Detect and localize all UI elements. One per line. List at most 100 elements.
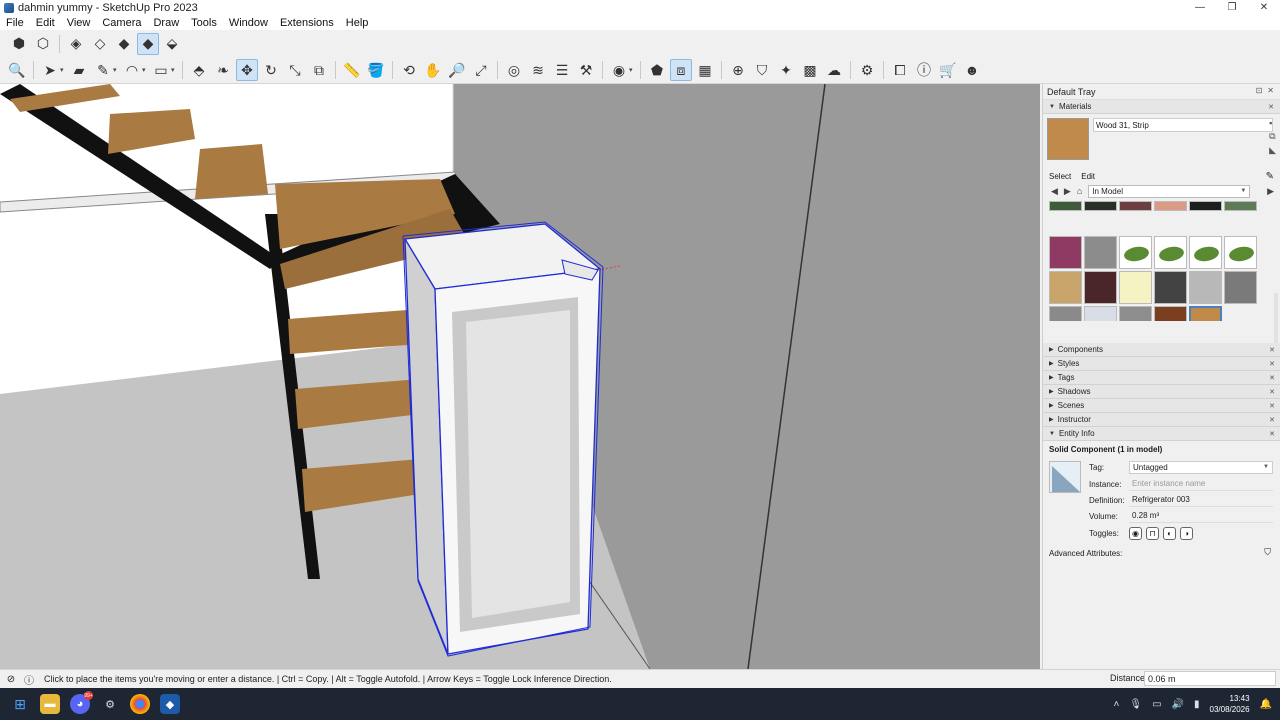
styles-panel-header[interactable]: ▶ Styles ✕ [1043, 357, 1280, 371]
shadows-panel-header[interactable]: ▶ Shadows ✕ [1043, 385, 1280, 399]
create-material-icon[interactable]: ⧉ [1269, 131, 1276, 142]
material-swatch[interactable] [1189, 236, 1222, 269]
close-icon[interactable]: ✕ [1269, 346, 1275, 354]
rotate-tool-icon[interactable]: ↻ [260, 59, 282, 81]
menu-view[interactable]: View [61, 17, 97, 29]
chrome-icon[interactable] [130, 694, 150, 714]
locked-toggle-lock-icon[interactable]: ⊓ [1146, 526, 1159, 540]
cast-shadows-icon[interactable]: ◑ [1180, 526, 1193, 540]
section-plane-icon[interactable]: ⧠ [889, 59, 911, 81]
close-icon[interactable]: ✕ [1269, 402, 1275, 410]
material-name-field[interactable]: Wood 31, Strip [1093, 118, 1273, 132]
chevron-down-icon[interactable]: ▾ [60, 66, 66, 74]
close-icon[interactable]: ✕ [1269, 416, 1275, 424]
back-arrow-icon[interactable]: ◀ [1051, 186, 1058, 197]
arc-tool-icon[interactable]: ◠ [121, 59, 143, 81]
wireframe-style-icon[interactable]: ◇ [89, 33, 111, 55]
geo-location-icon[interactable]: ⊘ [4, 672, 18, 686]
tape-measure-icon[interactable]: 📏 [341, 59, 363, 81]
entity-info-panel-header[interactable]: ▼ Entity Info ✕ [1043, 427, 1280, 441]
scene-canvas[interactable] [0, 84, 1040, 669]
material-swatch[interactable] [1224, 236, 1257, 269]
maximize-button[interactable]: ❐ [1216, 0, 1248, 15]
menu-help[interactable]: Help [340, 17, 375, 29]
monochrome-style-icon[interactable]: ⬙ [161, 33, 183, 55]
battery-icon[interactable]: ▮ [1194, 699, 1200, 710]
components-panel-header[interactable]: ▶ Components ✕ [1043, 343, 1280, 357]
outliner-icon[interactable]: ⧈ [670, 59, 692, 81]
material-swatch[interactable] [1154, 236, 1187, 269]
chevron-down-icon[interactable]: ▾ [171, 66, 177, 74]
volume-icon[interactable]: 🔊 [1172, 699, 1184, 710]
menu-extensions[interactable]: Extensions [274, 17, 340, 29]
material-swatch[interactable] [1049, 271, 1082, 304]
model-info-icon[interactable]: ⛉ [751, 59, 773, 81]
chevron-down-icon[interactable]: ▾ [629, 66, 635, 74]
search-icon[interactable]: 🔍 [6, 59, 28, 81]
discord-icon[interactable]: ◕ 99+ [70, 691, 93, 714]
top-view-icon[interactable]: ⬡ [32, 33, 54, 55]
close-button[interactable]: ✕ [1248, 0, 1280, 15]
close-icon[interactable]: ✕ [1267, 86, 1274, 95]
iso-view-icon[interactable]: ⬢ [8, 33, 30, 55]
scale-tool-icon[interactable]: ⤡ [284, 59, 306, 81]
material-swatch[interactable] [1119, 236, 1152, 269]
sample-paint-icon[interactable]: ◣ [1269, 145, 1276, 156]
info-icon[interactable]: ⓘ [913, 59, 935, 81]
tag-dropdown[interactable]: Untagged ▼ [1129, 460, 1273, 474]
material-swatch[interactable] [1224, 271, 1257, 304]
layout-icon[interactable]: ☰ [551, 59, 573, 81]
close-icon[interactable]: ✕ [1269, 430, 1275, 438]
material-swatch[interactable] [1189, 306, 1222, 321]
material-swatch[interactable] [1049, 201, 1082, 211]
gear-icon[interactable]: ⚙ [856, 59, 878, 81]
material-swatch[interactable] [1084, 236, 1117, 269]
menu-edit[interactable]: Edit [30, 17, 61, 29]
material-swatch[interactable] [1189, 201, 1222, 211]
zoom-icon[interactable]: 🔎 [446, 59, 468, 81]
clock[interactable]: 13:43 03/08/2026 [1210, 693, 1250, 715]
materials-icon[interactable]: ▩ [799, 59, 821, 81]
move-tool-icon[interactable]: ✥ [236, 59, 258, 81]
instance-name-input[interactable]: Enter instance name [1129, 478, 1273, 491]
tab-select[interactable]: Select [1049, 172, 1071, 181]
cloud-icon[interactable]: ☁ [823, 59, 845, 81]
push-pull-icon[interactable]: ⬘ [188, 59, 210, 81]
microphone-icon[interactable]: 🎙 [1129, 699, 1142, 710]
pan-icon[interactable]: ✋ [422, 59, 444, 81]
close-icon[interactable]: ✕ [1268, 103, 1274, 111]
cart-icon[interactable]: 🛒 [937, 59, 959, 81]
menu-camera[interactable]: Camera [96, 17, 147, 29]
warehouse-icon[interactable]: ◎ [503, 59, 525, 81]
solid-inspector-icon[interactable]: ⬟ [646, 59, 668, 81]
material-swatch[interactable] [1119, 271, 1152, 304]
extension-manager-icon[interactable]: ⚒ [575, 59, 597, 81]
collection-dropdown[interactable]: In Model ▼ [1088, 184, 1251, 198]
definition-input[interactable]: Refrigerator 003 [1129, 494, 1273, 507]
materials-panel-header[interactable]: ▼ Materials ✕ [1043, 100, 1280, 114]
material-swatch[interactable] [1189, 271, 1222, 304]
material-swatch[interactable] [1224, 201, 1257, 211]
measurements-box[interactable]: 0.06 m [1144, 671, 1276, 686]
follow-me-icon[interactable]: ❧ [212, 59, 234, 81]
close-icon[interactable]: ✕ [1269, 374, 1275, 382]
chevron-down-icon[interactable]: ▾ [142, 66, 148, 74]
material-swatch[interactable] [1049, 236, 1082, 269]
close-icon[interactable]: ✕ [1269, 360, 1275, 368]
close-icon[interactable]: ✕ [1269, 388, 1275, 396]
hidden-toggle-eye-icon[interactable]: ◉ [1129, 526, 1142, 540]
home-icon[interactable]: ⌂ [1077, 186, 1082, 196]
instructor-panel-header[interactable]: ▶ Instructor ✕ [1043, 413, 1280, 427]
material-swatch[interactable] [1154, 306, 1187, 321]
paint-bucket-icon[interactable]: 🪣 [365, 59, 387, 81]
model-viewport[interactable] [0, 84, 1040, 669]
material-swatch[interactable] [1084, 271, 1117, 304]
material-swatch[interactable] [1154, 201, 1187, 211]
tags-panel-header[interactable]: ▶ Tags ✕ [1043, 371, 1280, 385]
file-explorer-icon[interactable]: ▬ [40, 694, 60, 714]
select-tool-icon[interactable]: ➤ [39, 59, 61, 81]
forward-arrow-icon[interactable]: ▶ [1064, 186, 1071, 197]
shaded-style-icon[interactable]: ◆ [113, 33, 135, 55]
advanced-attributes-icon[interactable]: ⛉ [1264, 547, 1271, 558]
add-icon[interactable]: ⊕ [727, 59, 749, 81]
